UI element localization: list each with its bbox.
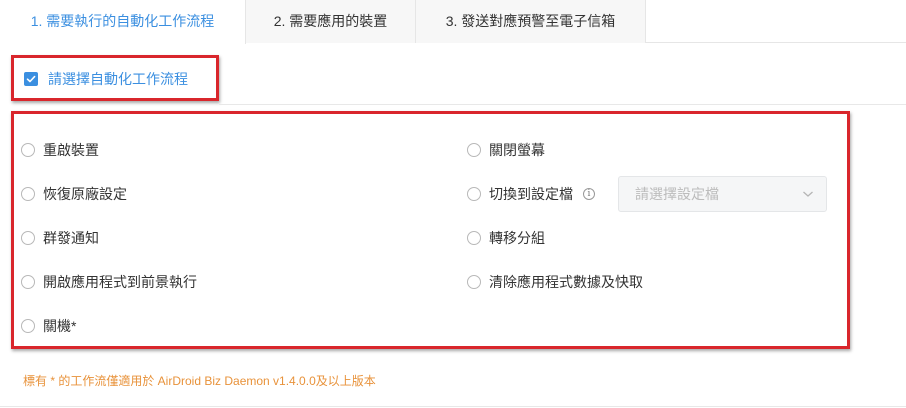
option-label: 恢復原廠設定 xyxy=(43,186,127,202)
profile-select-placeholder: 請選擇設定檔 xyxy=(635,186,719,202)
radio-icon xyxy=(467,143,481,157)
info-icon[interactable]: i xyxy=(583,188,595,200)
divider xyxy=(0,406,906,407)
option-label: 關機* xyxy=(43,318,77,334)
option-label: 重啟裝置 xyxy=(43,142,99,158)
option-switch-profile[interactable]: 切換到設定檔 i xyxy=(467,184,595,204)
radio-icon xyxy=(21,231,35,245)
divider xyxy=(219,104,906,105)
option-transfer-group[interactable]: 轉移分組 xyxy=(467,228,545,248)
radio-icon xyxy=(467,231,481,245)
select-all-label: 請選擇自動化工作流程 xyxy=(48,71,188,87)
option-label: 清除應用程式數據及快取 xyxy=(489,274,643,290)
tab-target-devices[interactable]: 2. 需要應用的裝置 xyxy=(246,0,416,43)
option-group-notify[interactable]: 群發通知 xyxy=(21,228,99,248)
footnote-text: 標有 * 的工作流僅適用於 AirDroid Biz Daemon v1.4.0… xyxy=(23,374,376,388)
option-factory-reset[interactable]: 恢復原廠設定 xyxy=(21,184,127,204)
option-screen-off[interactable]: 關閉螢幕 xyxy=(467,140,545,160)
radio-icon xyxy=(21,143,35,157)
option-clear-app-data[interactable]: 清除應用程式數據及快取 xyxy=(467,272,643,292)
option-label: 轉移分組 xyxy=(489,230,545,246)
radio-icon xyxy=(21,319,35,333)
select-all-workflows-checkbox[interactable]: 請選擇自動化工作流程 xyxy=(24,69,188,89)
option-shutdown[interactable]: 關機* xyxy=(21,316,76,336)
option-reboot[interactable]: 重啟裝置 xyxy=(21,140,99,160)
radio-icon xyxy=(21,187,35,201)
option-label: 切換到設定檔 xyxy=(489,186,573,202)
chevron-down-icon xyxy=(803,191,813,197)
tab-automation-workflow[interactable]: 1. 需要執行的自動化工作流程 xyxy=(0,0,246,44)
tab-bar: 1. 需要執行的自動化工作流程 2. 需要應用的裝置 3. 發送對應預警至電子信… xyxy=(0,0,906,44)
profile-select[interactable]: 請選擇設定檔 xyxy=(618,176,827,212)
highlight-box-options xyxy=(11,111,850,349)
option-label: 群發通知 xyxy=(43,230,99,246)
radio-icon xyxy=(467,187,481,201)
option-open-app-foreground[interactable]: 開啟應用程式到前景執行 xyxy=(21,272,197,292)
radio-icon xyxy=(467,275,481,289)
tab-email-alerts[interactable]: 3. 發送對應預警至電子信箱 xyxy=(416,0,646,43)
option-label: 開啟應用程式到前景執行 xyxy=(43,274,197,290)
option-label: 關閉螢幕 xyxy=(489,142,545,158)
radio-icon xyxy=(21,275,35,289)
checkmark-icon xyxy=(24,72,38,86)
